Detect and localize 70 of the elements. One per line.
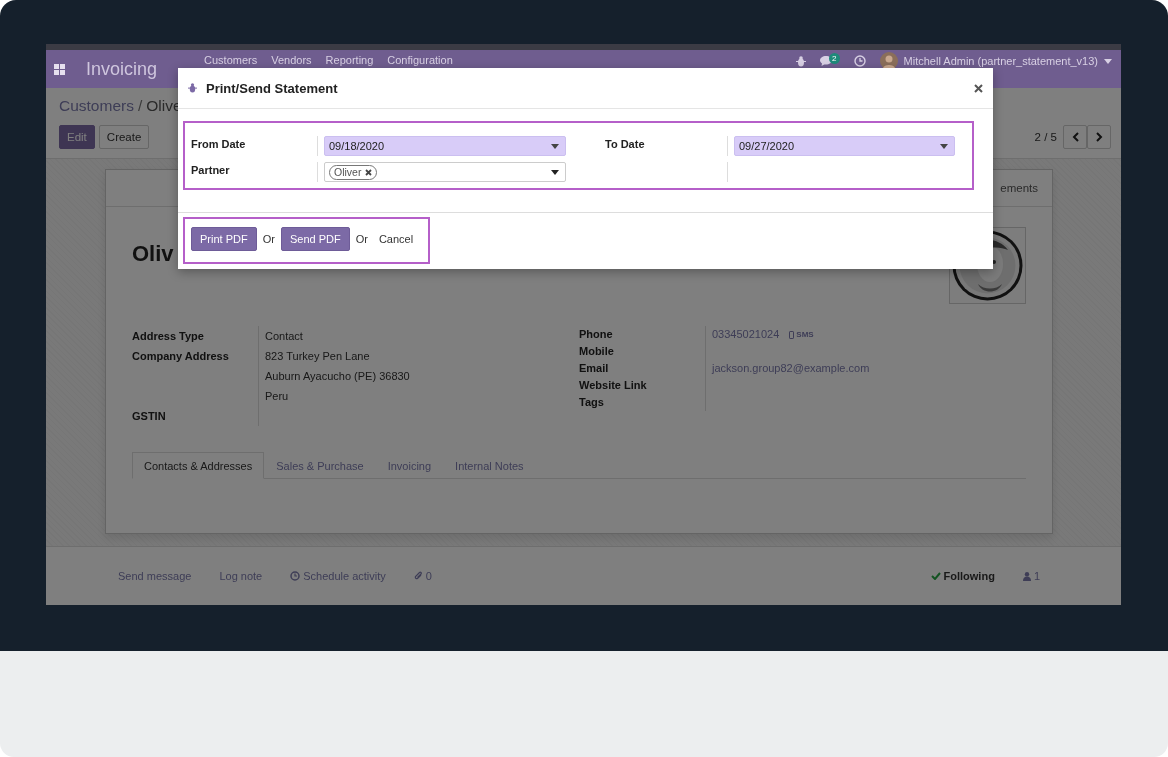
send-pdf-button[interactable]: Send PDF xyxy=(280,227,350,251)
create-button[interactable]: Create xyxy=(98,125,150,149)
app-name[interactable]: Invoicing xyxy=(86,58,158,80)
field-value: Peru xyxy=(265,389,290,404)
chevron-right-icon xyxy=(1095,132,1103,142)
email-link[interactable]: jackson.group82@example.com xyxy=(712,360,870,377)
apps-menu-icon[interactable] xyxy=(54,63,65,75)
caret-icon xyxy=(551,169,559,175)
tab[interactable]: Internal Notes xyxy=(443,452,536,479)
bug-icon xyxy=(188,83,197,93)
next-button[interactable] xyxy=(1087,125,1111,149)
menu-item[interactable]: Vendors xyxy=(271,54,312,66)
caret-icon xyxy=(551,143,559,149)
clock-icon xyxy=(290,571,301,581)
caret-icon xyxy=(1104,58,1112,64)
following-button[interactable]: Following xyxy=(930,570,995,582)
menu-item[interactable]: Reporting xyxy=(325,54,374,66)
tab[interactable]: Sales & Purchase xyxy=(264,452,376,479)
field-label: Phone xyxy=(579,327,614,342)
tab[interactable]: Invoicing xyxy=(375,452,444,479)
phone-link[interactable]: 03345021024 xyxy=(712,326,780,343)
followers-button[interactable]: 1 xyxy=(1022,570,1040,582)
statements-button[interactable]: ements xyxy=(1000,182,1038,194)
phone-icon xyxy=(789,330,795,339)
field-label: Email xyxy=(579,361,610,376)
field-label: To Date xyxy=(604,137,646,150)
field-value: 823 Turkey Pen Lane xyxy=(265,349,371,364)
chevron-left-icon xyxy=(1071,132,1079,142)
date-field[interactable]: 09/18/2020 xyxy=(324,136,566,156)
field-value: Contact xyxy=(265,329,304,344)
check-icon xyxy=(930,572,941,580)
edit-button[interactable]: Edit xyxy=(59,125,95,149)
bug-icon[interactable] xyxy=(796,55,807,67)
field-label: Address Type xyxy=(132,329,205,344)
schedule-activity-button[interactable]: Schedule activity xyxy=(290,570,386,582)
field-label: Tags xyxy=(579,395,605,410)
field-label: From Date xyxy=(191,137,247,150)
messages-button[interactable]: 2 xyxy=(820,56,840,66)
remove-icon[interactable] xyxy=(365,168,373,176)
breadcrumb-link[interactable]: Customers xyxy=(59,97,134,115)
sms-button[interactable]: SMS xyxy=(789,330,814,339)
field-label: GSTIN xyxy=(132,409,167,424)
or-text: Or xyxy=(355,233,368,245)
field-label: Mobile xyxy=(579,344,615,359)
breadcrumb-separator: / xyxy=(137,97,143,115)
attachments-button[interactable]: 0 xyxy=(413,570,432,582)
field-label: Partner xyxy=(191,163,231,176)
send-message-button[interactable]: Send message xyxy=(118,570,192,582)
partner-field[interactable]: Oliver xyxy=(324,162,566,182)
caret-icon xyxy=(940,143,948,149)
menu-item[interactable]: Customers xyxy=(204,54,258,66)
menu-item[interactable]: Configuration xyxy=(387,54,453,66)
tab[interactable]: Contacts & Addresses xyxy=(132,452,265,479)
pager-value: 2 / 5 xyxy=(1034,131,1057,143)
clock-icon[interactable] xyxy=(853,55,866,67)
print-pdf-button[interactable]: Print PDF xyxy=(191,227,257,251)
field-value: Auburn Ayacucho (PE) 36830 xyxy=(265,369,411,384)
date-field[interactable]: 09/27/2020 xyxy=(734,136,955,156)
field-label: Company Address xyxy=(132,349,230,364)
log-note-button[interactable]: Log note xyxy=(219,570,263,582)
partner-name: Oliv xyxy=(132,241,174,267)
or-text: Or xyxy=(262,233,275,245)
paperclip-icon xyxy=(413,571,423,581)
person-icon xyxy=(1022,571,1031,581)
message-count-badge: 2 xyxy=(829,52,840,64)
field-label: Website Link xyxy=(579,378,648,393)
previous-button[interactable] xyxy=(1063,125,1087,149)
cancel-button[interactable]: Cancel xyxy=(373,227,419,251)
dialog-title: Print/Send Statement xyxy=(206,80,338,96)
close-icon[interactable] xyxy=(974,83,983,93)
